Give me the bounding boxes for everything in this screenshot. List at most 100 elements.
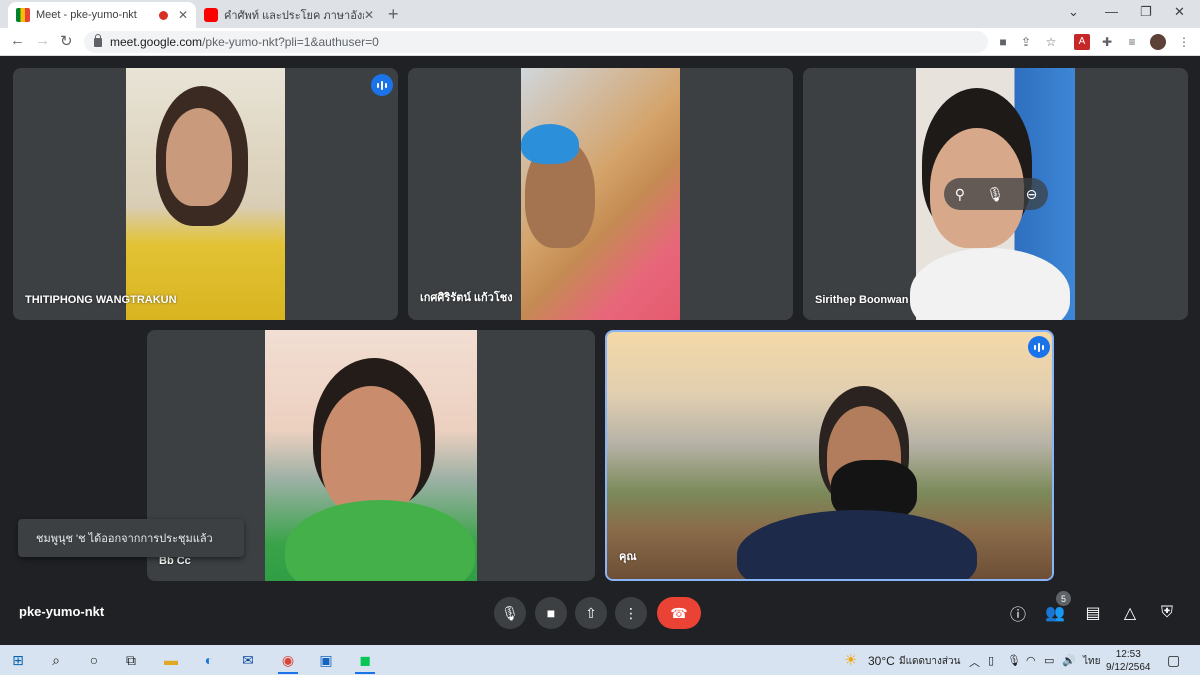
participant-name: Sirithep Boonwan xyxy=(815,294,909,306)
meeting-code: pke-yumo-nkt xyxy=(19,604,105,619)
leave-call-button[interactable]: ☎ xyxy=(657,597,701,629)
notifications-icon[interactable]: ▢ xyxy=(1167,652,1180,669)
browser-toolbar: ← → ↻ meet.google.com/pke-yumo-nkt?pli=1… xyxy=(0,28,1200,56)
camera-icon[interactable]: ■ xyxy=(995,34,1011,50)
video-camera-icon: ■ xyxy=(546,605,556,621)
participant-hat xyxy=(521,124,579,164)
tab-title: Meet - pke-yumo-nkt xyxy=(36,9,137,21)
line-app-icon[interactable]: ◼ xyxy=(355,650,375,674)
bookmark-star-icon[interactable]: ☆ xyxy=(1043,34,1059,50)
search-icon[interactable]: ⌕ xyxy=(46,650,66,670)
extensions-puzzle-icon[interactable]: ✚ xyxy=(1099,34,1115,50)
store-icon[interactable]: ▣ xyxy=(316,650,336,670)
meeting-details-button[interactable]: ⓘ xyxy=(1007,602,1029,624)
menu-kebab-icon[interactable]: ⋮ xyxy=(1176,34,1192,50)
participant-tile[interactable]: THITIPHONG WANGTRAKUN xyxy=(13,68,398,320)
pin-icon[interactable]: ⚲ xyxy=(955,186,965,203)
tab-title: คำศัพท์ และประโยค ภาษาอังกฤษ ในชีวิต xyxy=(224,10,364,22)
address-bar[interactable]: meet.google.com/pke-yumo-nkt?pli=1&authu… xyxy=(84,31,988,53)
reload-icon[interactable]: ↻ xyxy=(60,32,73,50)
host-controls-button[interactable]: ⛨ xyxy=(1156,602,1178,624)
close-tab-icon[interactable]: ✕ xyxy=(178,8,188,22)
more-options-button[interactable]: ⋮ xyxy=(615,597,647,629)
self-video xyxy=(607,332,1052,579)
windows-taskbar: ⊞ ⌕ ○ ⧉ ▬ ◐ ✉ ◉ ▣ ◼ ☀ 30°C มีแดดบางส่วน … xyxy=(0,645,1200,675)
speaking-indicator-icon xyxy=(1028,336,1050,358)
camera-button[interactable]: ■ xyxy=(535,597,567,629)
recording-indicator-icon xyxy=(158,10,168,20)
people-icon: 👥 xyxy=(1045,605,1065,622)
activities-button[interactable]: △ xyxy=(1119,602,1141,624)
present-screen-icon: ⇧ xyxy=(585,604,597,621)
reading-list-icon[interactable]: ≡ xyxy=(1124,34,1140,50)
participant-name: THITIPHONG WANGTRAKUN xyxy=(25,294,177,306)
phone-hangup-icon: ☎ xyxy=(670,604,688,621)
microphone-icon: 🎙 xyxy=(501,604,519,621)
participant-shirt xyxy=(285,500,475,581)
close-window-button[interactable]: ✕ xyxy=(1174,4,1185,20)
tray-chevron-icon[interactable]: ︿ xyxy=(969,654,980,670)
task-view-icon[interactable]: ⧉ xyxy=(121,650,141,670)
remove-tile-icon[interactable]: ⊖ xyxy=(1026,186,1038,203)
participant-name: เกศศิริรัตน์ แก้วโชง xyxy=(420,292,513,304)
present-screen-button[interactable]: ⇧ xyxy=(575,597,607,629)
participant-tile[interactable]: เกศศิริรัตน์ แก้วโชง xyxy=(408,68,793,320)
shield-lock-icon: ⛨ xyxy=(1160,604,1173,621)
pdf-extension-icon[interactable]: A xyxy=(1074,34,1090,50)
minimize-button[interactable]: — xyxy=(1105,4,1118,19)
mute-participant-mic-icon[interactable]: 🎙 xyxy=(986,186,1004,203)
chat-button[interactable]: ▤ xyxy=(1082,602,1104,624)
share-icon[interactable]: ⇪ xyxy=(1018,34,1034,50)
cortana-icon[interactable]: ○ xyxy=(84,650,104,670)
weather-description[interactable]: มีแดดบางส่วน xyxy=(899,654,960,669)
volume-icon[interactable]: 🔊 xyxy=(1062,654,1076,667)
more-vertical-icon: ⋮ xyxy=(624,604,638,621)
restore-button[interactable]: ❐ xyxy=(1140,4,1152,20)
system-clock[interactable]: 12:53 9/12/2564 xyxy=(1106,648,1151,674)
participant-shirt xyxy=(910,248,1070,320)
weather-icon: ☀ xyxy=(844,652,858,669)
forward-arrow-icon[interactable]: → xyxy=(35,32,50,49)
chrome-icon[interactable]: ◉ xyxy=(278,650,298,674)
participant-video xyxy=(265,330,477,581)
participant-face xyxy=(321,386,421,516)
battery-icon[interactable]: ▭ xyxy=(1044,654,1054,667)
microphone-button[interactable]: 🎙 xyxy=(494,597,526,629)
participant-shirt xyxy=(737,510,977,579)
chat-icon: ▤ xyxy=(1085,605,1101,622)
meet-now-icon[interactable]: ▯ xyxy=(988,654,994,667)
info-icon: ⓘ xyxy=(1009,607,1026,624)
wifi-icon[interactable]: ◠ xyxy=(1026,654,1036,667)
self-view-tile[interactable]: คุณ xyxy=(605,330,1054,581)
tile-hover-controls: ⚲ 🎙 ⊖ xyxy=(944,178,1048,210)
microphone-tray-icon[interactable]: 🎙 xyxy=(1007,654,1021,667)
tab-search-icon[interactable]: ⌄ xyxy=(1068,4,1079,20)
google-meet-icon xyxy=(16,8,30,22)
activities-shapes-icon: △ xyxy=(1123,605,1137,622)
participant-video xyxy=(126,68,285,320)
participant-name: คุณ xyxy=(619,551,637,563)
url-text: meet.google.com/pke-yumo-nkt?pli=1&authu… xyxy=(110,35,379,49)
browser-tab-bar: Meet - pke-yumo-nkt ✕ คำศัพท์ และประโยค … xyxy=(0,0,1200,28)
lock-icon xyxy=(94,33,102,47)
clock-date: 9/12/2564 xyxy=(1106,662,1151,673)
notification-toast: ชมพูนุช 'ช ได้ออกจากการประชุมแล้ว xyxy=(18,519,244,557)
mail-icon[interactable]: ✉ xyxy=(238,650,258,670)
temperature[interactable]: 30°C xyxy=(868,654,895,668)
participant-video xyxy=(521,68,680,320)
participants-count-badge: 5 xyxy=(1056,591,1071,606)
windows-start-icon[interactable]: ⊞ xyxy=(8,650,28,670)
youtube-icon xyxy=(204,8,218,22)
participant-face xyxy=(166,108,232,206)
new-tab-button[interactable]: + xyxy=(388,4,399,25)
profile-avatar[interactable] xyxy=(1150,34,1166,50)
speaking-indicator-icon xyxy=(371,74,393,96)
edge-icon[interactable]: ◐ xyxy=(199,650,219,670)
close-tab-icon[interactable]: ✕ xyxy=(364,8,374,22)
tab-meet[interactable]: Meet - pke-yumo-nkt ✕ xyxy=(8,2,196,28)
file-explorer-icon[interactable]: ▬ xyxy=(161,650,181,670)
clock-time: 12:53 xyxy=(1115,649,1141,660)
input-language[interactable]: ไทย xyxy=(1083,654,1100,669)
back-arrow-icon[interactable]: ← xyxy=(10,32,25,49)
tab-youtube[interactable]: คำศัพท์ และประโยค ภาษาอังกฤษ ในชีวิต ✕ xyxy=(196,2,382,28)
